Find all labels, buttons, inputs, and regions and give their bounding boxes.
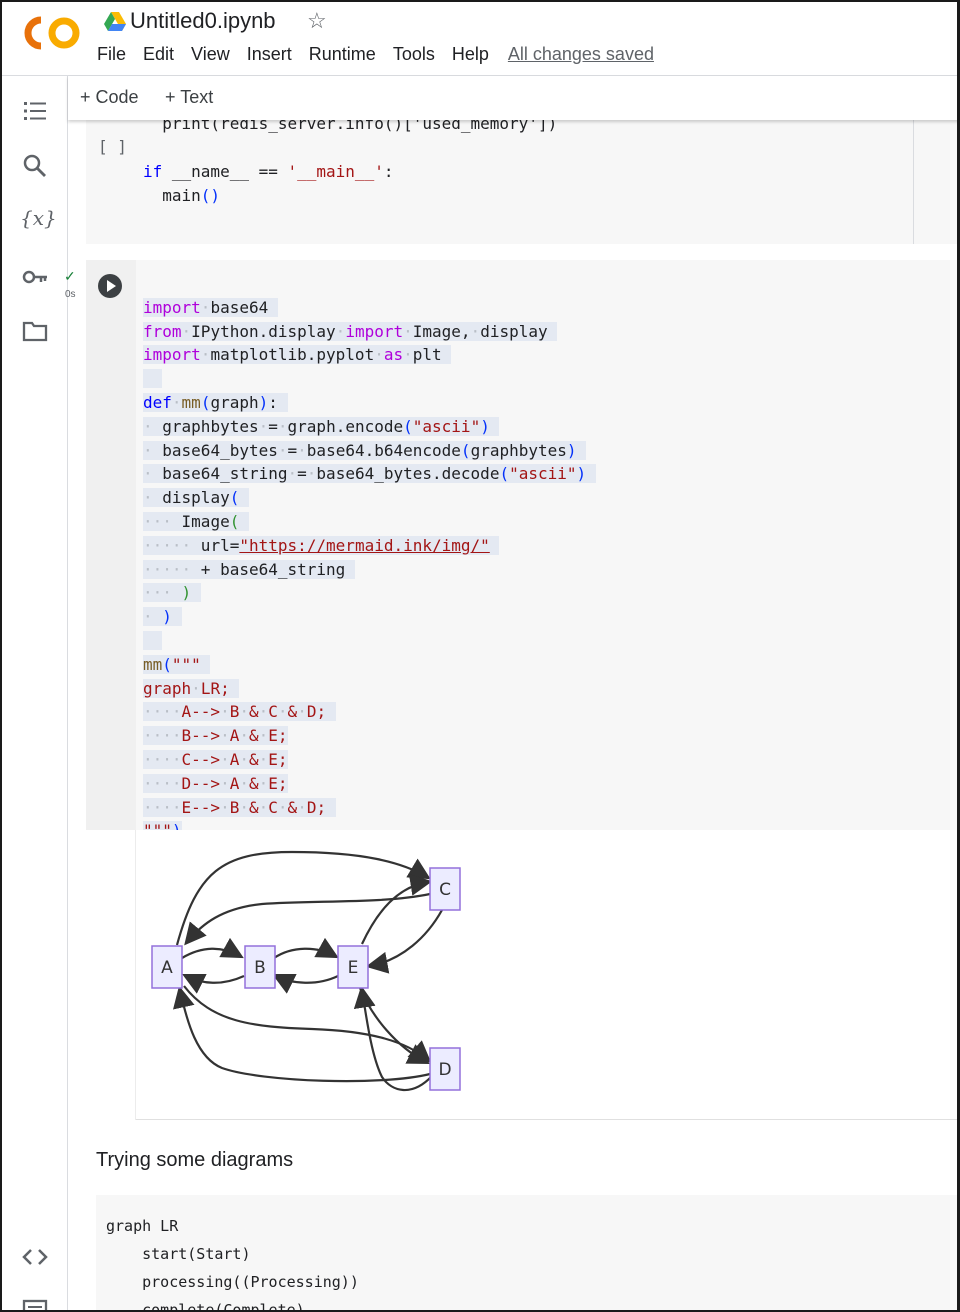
- app-header: Untitled0.ipynb ☆ File Edit View Insert …: [2, 2, 957, 76]
- code-line: · display(: [143, 488, 249, 508]
- cell-gutter: [86, 260, 136, 830]
- node-b: B: [244, 945, 276, 989]
- code-line: · base64_string·=·base64_bytes.decode("a…: [143, 464, 596, 484]
- code-line: ····B-->·A·&·E;: [143, 726, 288, 746]
- add-text-label: Text: [180, 87, 214, 107]
- colab-logo-icon[interactable]: [24, 16, 82, 50]
- star-icon[interactable]: ☆: [307, 8, 327, 34]
- code-line: ····E-->·B·&·C·&·D;: [143, 797, 336, 817]
- key-icon[interactable]: [22, 264, 48, 290]
- edge-c-e: [365, 909, 443, 974]
- node-a: A: [151, 945, 183, 989]
- left-sidebar: {x}: [2, 76, 68, 1312]
- text-cell-heading[interactable]: Trying some diagrams: [96, 1149, 293, 1172]
- plus-icon: +: [165, 87, 176, 107]
- search-icon[interactable]: [22, 153, 48, 179]
- code-block-text: graph LR start(Start) processing((Proces…: [106, 1212, 359, 1312]
- node-b-label: B: [254, 958, 266, 978]
- code-line: ····· url="https://mermaid.ink/img/": [143, 535, 500, 555]
- variables-icon[interactable]: {x}: [20, 206, 57, 232]
- code-line: graph·LR;: [143, 678, 240, 698]
- menu-help[interactable]: Help: [452, 44, 489, 65]
- edge-c-a: [184, 892, 431, 946]
- code-line: [143, 369, 163, 389]
- node-c-label: C: [439, 880, 451, 900]
- node-d: D: [429, 1047, 461, 1091]
- code-line: mm(""": [143, 654, 211, 674]
- code-line: ····D-->·A·&·E;: [143, 773, 288, 793]
- execution-time: 0s: [65, 289, 76, 300]
- menu-bar: File Edit View Insert Runtime Tools Help…: [97, 44, 671, 65]
- notebook-toolbar: + Code + Text: [68, 76, 957, 120]
- node-c: C: [429, 867, 461, 911]
- code-line: def·mm(graph):: [143, 392, 288, 412]
- code-line: · base64_bytes·=·base64.b64encode(graphb…: [143, 440, 587, 460]
- add-code-cell-button[interactable]: + Code: [80, 87, 139, 108]
- notebook-title[interactable]: Untitled0.ipynb: [130, 8, 276, 34]
- code-line: from·IPython.display·import·Image,·displ…: [143, 321, 558, 341]
- cell-source[interactable]: import·base64 from·IPython.display·impor…: [143, 272, 596, 843]
- code-line: [143, 630, 163, 650]
- save-status-link[interactable]: All changes saved: [508, 44, 654, 65]
- run-cell-button[interactable]: [97, 273, 123, 299]
- code-line: main(): [143, 186, 221, 205]
- add-text-cell-button[interactable]: + Text: [165, 87, 213, 108]
- node-d-label: D: [438, 1060, 451, 1080]
- menu-tools[interactable]: Tools: [393, 44, 435, 65]
- node-e-label: E: [348, 958, 359, 978]
- code-line: · graphbytes·=·graph.encode("ascii"): [143, 416, 500, 436]
- code-line: graph LR: [106, 1217, 179, 1235]
- google-drive-icon[interactable]: [104, 12, 126, 31]
- add-code-label: Code: [95, 87, 139, 107]
- node-e: E: [337, 945, 369, 989]
- text-cell-code-block[interactable]: graph LR start(Start) processing((Proces…: [96, 1195, 957, 1312]
- code-line: processing((Processing)): [106, 1273, 359, 1291]
- menu-view[interactable]: View: [191, 44, 230, 65]
- menu-insert[interactable]: Insert: [247, 44, 292, 65]
- code-line: · ): [143, 607, 182, 627]
- plus-icon: +: [80, 87, 91, 107]
- code-snippets-icon[interactable]: [22, 1244, 48, 1270]
- code-line: ····C-->·A·&·E;: [143, 749, 288, 769]
- edge-a-b: [181, 937, 244, 959]
- cell-bracket: [ ]: [98, 137, 127, 156]
- edge-b-a: [182, 974, 245, 994]
- cell-divider: [913, 120, 914, 244]
- code-line: complete(Complete): [106, 1301, 305, 1312]
- code-line: if __name__ == '__main__':: [143, 162, 394, 181]
- code-line: ····A-->·B·&·C·&·D;: [143, 702, 336, 722]
- folder-icon[interactable]: [22, 318, 48, 344]
- code-line: ··· Image(: [143, 511, 249, 531]
- output-gutter: [86, 830, 136, 1120]
- check-icon: ✓: [64, 268, 76, 284]
- code-line: ····· + base64_string: [143, 559, 355, 579]
- code-line: start(Start): [106, 1245, 251, 1263]
- node-a-label: A: [161, 958, 173, 978]
- command-palette-icon[interactable]: [22, 1298, 48, 1312]
- edge-a-d: [183, 985, 432, 1063]
- menu-runtime[interactable]: Runtime: [309, 44, 376, 65]
- table-of-contents-icon[interactable]: [22, 98, 48, 124]
- edge-b-e: [273, 937, 339, 959]
- code-line: import·matplotlib.pyplot·as·plt: [143, 345, 452, 365]
- menu-file[interactable]: File: [97, 44, 126, 65]
- edge-e-b: [272, 974, 339, 994]
- menu-edit[interactable]: Edit: [143, 44, 174, 65]
- code-line: ··· ): [143, 583, 201, 603]
- edge-e-c: [361, 873, 433, 945]
- mermaid-diagram: A B E C D: [151, 850, 461, 1092]
- code-line: import·base64: [143, 297, 278, 317]
- colab-window: Untitled0.ipynb ☆ File Edit View Insert …: [0, 0, 960, 1312]
